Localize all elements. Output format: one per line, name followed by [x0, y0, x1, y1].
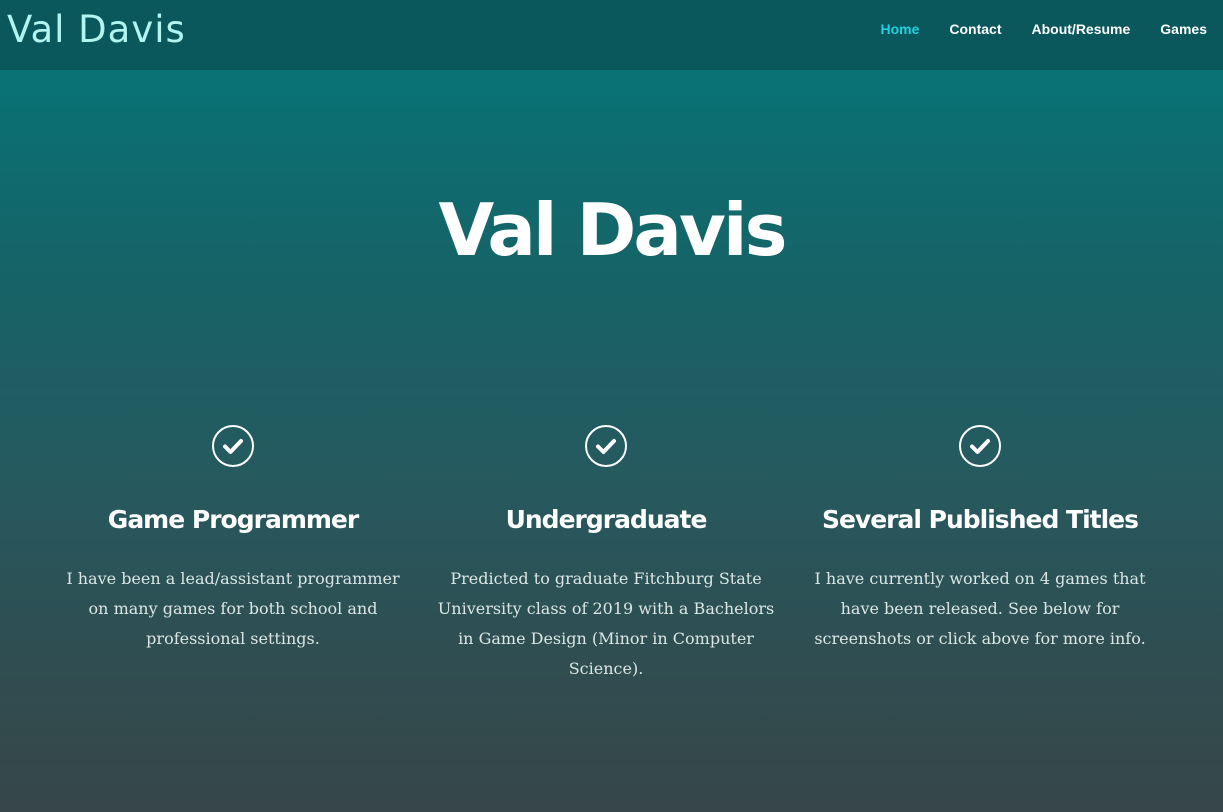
- feature-title: Game Programmer: [107, 505, 359, 534]
- nav-about-resume-link[interactable]: About/Resume: [1032, 20, 1131, 38]
- feature-description: I have been a lead/assistant programmer …: [66, 569, 400, 648]
- feature-published-titles: Several Published Titles I have currentl…: [810, 424, 1150, 654]
- feature-description: I have currently worked on 4 games that …: [814, 569, 1146, 648]
- top-navbar: Val Davis Home Contact About/Resume Game…: [0, 0, 1223, 70]
- nav-home-link[interactable]: Home: [880, 20, 919, 38]
- main-nav: Home Contact About/Resume Games: [880, 20, 1207, 38]
- feature-game-programmer: Game Programmer I have been a lead/assis…: [63, 424, 403, 654]
- feature-description: Predicted to graduate Fitchburg State Un…: [437, 569, 775, 678]
- feature-undergraduate: Undergraduate Predicted to graduate Fitc…: [436, 424, 776, 684]
- site-brand[interactable]: Val Davis: [7, 8, 186, 52]
- nav-contact-link[interactable]: Contact: [949, 20, 1001, 38]
- feature-title: Undergraduate: [505, 505, 708, 534]
- hero-title: Val Davis: [438, 188, 788, 272]
- feature-title: Several Published Titles: [821, 505, 1139, 534]
- nav-games-link[interactable]: Games: [1160, 20, 1207, 38]
- check-circle-icon: [585, 425, 627, 467]
- check-circle-icon: [959, 425, 1001, 467]
- check-circle-icon: [212, 425, 254, 467]
